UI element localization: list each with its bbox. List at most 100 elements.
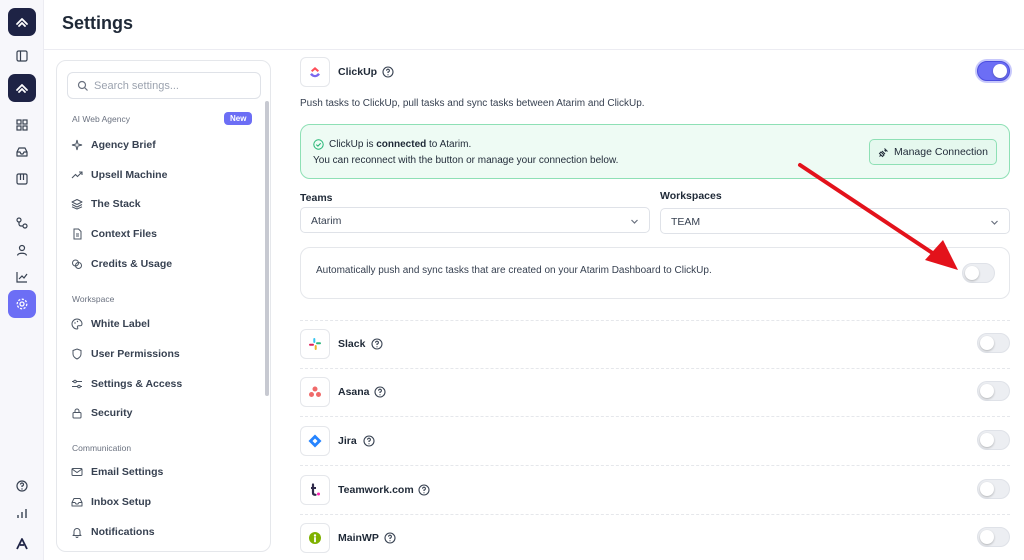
nav-item-label: Inbox Setup — [91, 496, 152, 508]
search-box[interactable] — [67, 72, 261, 99]
nav-item-label: Notifications — [91, 526, 155, 538]
nav-item-email-settings[interactable]: Email Settings — [71, 461, 251, 483]
jira-logo-icon — [300, 426, 330, 456]
nav-item-label: White Label — [91, 318, 150, 330]
manage-connection-button[interactable]: Manage Connection — [869, 139, 997, 165]
sliders-icon — [72, 379, 82, 389]
atarim-logo-icon[interactable] — [8, 8, 36, 36]
clickup-description: Push tasks to ClickUp, pull tasks and sy… — [300, 98, 645, 109]
help-circle-icon[interactable] — [382, 66, 394, 78]
inbox-icon[interactable] — [8, 138, 36, 166]
settings-nav: AI Web Agency New Agency Brief Upsell Ma… — [56, 60, 271, 552]
atarim-app-icon[interactable] — [8, 74, 36, 102]
layers-icon — [71, 199, 83, 210]
chevron-down-icon — [991, 220, 998, 225]
integration-row-clickup: ClickUp — [300, 52, 1010, 90]
stats-icon[interactable] — [8, 499, 36, 527]
asana-logo-icon — [300, 377, 330, 407]
divider — [300, 465, 1010, 466]
divider — [300, 320, 1010, 321]
divider — [300, 514, 1010, 515]
sparkles-icon — [71, 139, 83, 151]
settings-icon[interactable] — [8, 290, 36, 318]
inbox-icon — [71, 498, 83, 507]
nav-item-user-permissions[interactable]: User Permissions — [71, 343, 251, 365]
connection-help-text: You can reconnect with the button or man… — [313, 155, 619, 166]
help-circle-icon[interactable] — [371, 338, 383, 350]
connection-status-box: ClickUp is connected to Atarim. You can … — [300, 124, 1010, 179]
integration-name: Jira — [338, 435, 357, 447]
help-circle-icon[interactable] — [418, 484, 430, 496]
file-icon — [73, 228, 82, 240]
auto-sync-setting: Automatically push and sync tasks that a… — [300, 247, 1010, 299]
nav-item-label: Credits & Usage — [91, 258, 173, 270]
nav-item-label: Context Files — [91, 228, 157, 240]
clickup-logo-icon — [300, 57, 330, 87]
integrations-icon[interactable] — [8, 209, 36, 237]
nav-item-label: Email Settings — [91, 466, 164, 478]
search-icon — [77, 80, 88, 91]
nav-item-security[interactable]: Security — [71, 402, 251, 424]
integration-row-jira: Jira — [300, 421, 1010, 459]
integration-row-asana: Asana — [300, 372, 1010, 410]
teamwork-toggle[interactable] — [977, 479, 1010, 499]
integration-name: Asana — [338, 386, 370, 398]
nav-item-notifications[interactable]: Notifications — [71, 521, 251, 543]
atarim-brand-icon[interactable] — [8, 530, 36, 558]
asana-toggle[interactable] — [977, 381, 1010, 401]
nav-item-white-label[interactable]: White Label — [71, 313, 251, 335]
clickup-toggle[interactable] — [977, 61, 1010, 81]
nav-item-context-files[interactable]: Context Files — [71, 223, 251, 245]
page-header: Settings — [44, 0, 1024, 50]
integration-row-slack: Slack — [300, 324, 1010, 362]
slack-logo-icon — [300, 329, 330, 359]
integration-name: MainWP — [338, 532, 379, 544]
nav-section-title: AI Web Agency — [72, 114, 130, 124]
help-icon[interactable] — [8, 472, 36, 500]
nav-item-label: The Stack — [91, 198, 141, 210]
mail-icon — [71, 468, 83, 476]
chevron-down-icon — [631, 219, 638, 224]
connection-status-text: ClickUp is connected to Atarim. — [329, 139, 472, 150]
dashboard-grid-icon[interactable] — [8, 111, 36, 139]
auto-sync-toggle[interactable] — [962, 263, 995, 283]
nav-item-agency-brief[interactable]: Agency Brief — [71, 134, 251, 156]
help-circle-icon[interactable] — [384, 532, 396, 544]
divider — [300, 416, 1010, 417]
integrations-panel: ClickUp Push tasks to ClickUp, pull task… — [300, 50, 1010, 560]
trend-up-icon — [71, 171, 83, 179]
nav-section-title: Workspace — [72, 294, 115, 304]
nav-section-title: Communication — [72, 443, 132, 453]
nav-item-settings-access[interactable]: Settings & Access — [71, 373, 251, 395]
shield-icon — [72, 348, 82, 360]
teams-label: Teams — [300, 192, 333, 204]
integration-name: ClickUp — [338, 66, 378, 78]
slack-toggle[interactable] — [977, 333, 1010, 353]
mainwp-toggle[interactable] — [977, 527, 1010, 547]
integration-row-mainwp: MainWP — [300, 518, 1010, 556]
nav-scrollbar[interactable] — [265, 101, 269, 396]
user-icon[interactable] — [8, 236, 36, 264]
nav-item-upsell-machine[interactable]: Upsell Machine — [71, 164, 251, 186]
palette-icon — [71, 318, 83, 330]
lock-icon — [72, 408, 82, 419]
integration-name: Slack — [338, 338, 366, 350]
page-title: Settings — [62, 13, 134, 33]
sidebar-toggle-icon[interactable] — [8, 42, 36, 70]
workspaces-select[interactable]: TEAM — [660, 208, 1010, 234]
nav-item-credits-usage[interactable]: Credits & Usage — [71, 253, 251, 275]
help-circle-icon[interactable] — [374, 386, 386, 398]
mainwp-logo-icon — [300, 523, 330, 553]
board-icon[interactable] — [8, 165, 36, 193]
new-badge: New — [224, 112, 253, 125]
nav-item-the-stack[interactable]: The Stack — [71, 193, 251, 215]
nav-item-label: User Permissions — [91, 348, 180, 360]
teams-select[interactable]: Atarim — [300, 207, 650, 233]
bell-icon — [72, 528, 82, 538]
nav-item-inbox-setup[interactable]: Inbox Setup — [71, 491, 251, 513]
nav-item-label: Upsell Machine — [91, 169, 168, 181]
search-input[interactable] — [94, 77, 254, 95]
analytics-icon[interactable] — [8, 263, 36, 291]
jira-toggle[interactable] — [977, 430, 1010, 450]
help-circle-icon[interactable] — [363, 435, 375, 447]
